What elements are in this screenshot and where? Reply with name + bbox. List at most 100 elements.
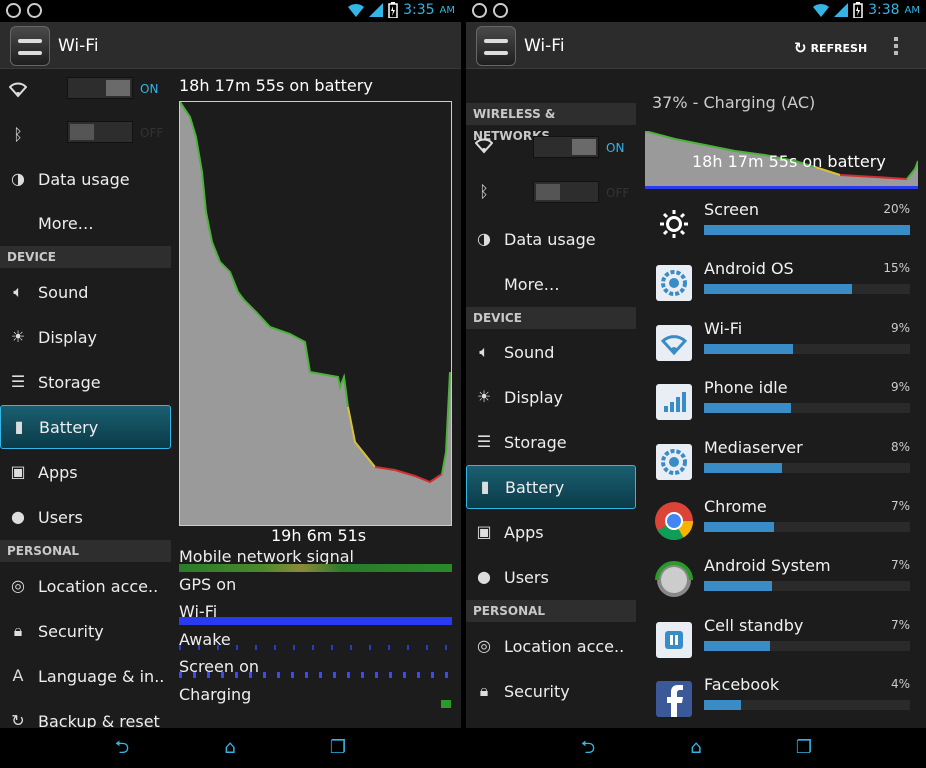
sidebar-item-wifi[interactable]: ON	[0, 69, 171, 113]
wifi-toggle-label: ON	[606, 141, 625, 155]
usage-app-name: Wi-Fi	[704, 318, 743, 338]
sidebar-item-battery[interactable]: ▮ Battery	[0, 405, 171, 449]
usage-app-name: Android OS	[704, 259, 794, 279]
android-os-icon	[654, 263, 694, 303]
usage-app-name: Mediaserver	[704, 437, 803, 457]
home-icon[interactable]: ⌂	[682, 738, 710, 758]
apps-icon: ▣	[10, 462, 26, 481]
sidebar-item-storage[interactable]: ☰ Storage	[466, 420, 636, 464]
usage-row[interactable]: Cell standby 7%	[642, 612, 926, 672]
usage-row[interactable]: Chrome 7%	[642, 493, 926, 553]
usage-percent: 20%	[883, 202, 910, 216]
usage-bar-fill	[704, 700, 742, 711]
sidebar-item-security[interactable]: 🔒︎ Security	[466, 669, 636, 713]
sidebar-item-apps[interactable]: ▣ Apps	[466, 510, 636, 554]
sidebar-item-sound[interactable]: 🔈︎ Sound	[0, 270, 171, 314]
backup-icon: ↻	[11, 711, 25, 729]
sidebar-item-label: Data usage	[504, 229, 596, 249]
usage-bar-track	[704, 700, 910, 711]
usage-percent: 7%	[890, 499, 910, 513]
sidebar-item-display[interactable]: ☀ Display	[0, 315, 171, 359]
sidebar-item-wifi[interactable]: ON	[466, 125, 636, 169]
usage-bar-track	[704, 403, 910, 414]
usage-row[interactable]: Mediaserver 8%	[642, 434, 926, 494]
recent-apps-icon[interactable]: ❐	[790, 738, 818, 758]
sidebar-item-location[interactable]: ◎ Location acce..	[466, 624, 636, 668]
recent-apps-icon[interactable]: ❐	[324, 738, 352, 758]
bluetooth-toggle-label: OFF	[140, 126, 164, 140]
settings-sidebar: ON ᛒ OFF ◑ Data usage More… DEVICE 🔈︎ Soun…	[0, 69, 171, 728]
sidebar-item-backup[interactable]: ↻ Backup & reset	[0, 699, 171, 729]
wifi-toggle[interactable]	[533, 136, 599, 158]
sidebar-item-language[interactable]: A Language & in..	[0, 654, 171, 698]
settings-app-icon[interactable]	[476, 26, 516, 66]
sidebar-item-label: Language & in..	[38, 666, 165, 686]
action-bar: Wi-Fi ↻ REFRESH	[466, 22, 926, 69]
back-icon[interactable]: ⮌	[574, 738, 602, 758]
user-icon: ●	[477, 567, 491, 586]
wifi-signal-bar	[179, 617, 452, 625]
usage-bar-fill	[704, 522, 775, 532]
brightness-icon: ☀	[10, 327, 26, 346]
wifi-icon	[654, 323, 694, 363]
sidebar-item-label: Apps	[38, 462, 78, 482]
back-icon[interactable]: ⮌	[108, 738, 136, 758]
sidebar-item-data-usage[interactable]: ◑ Data usage	[0, 157, 171, 201]
wifi-toggle-label: ON	[140, 82, 159, 96]
sidebar-item-battery[interactable]: ▮ Battery	[466, 465, 636, 509]
usage-bar-track	[704, 462, 910, 473]
sidebar-item-location[interactable]: ◎ Location acce..	[0, 564, 171, 608]
sidebar-item-users[interactable]: ● Users	[0, 495, 171, 539]
signal-icon	[654, 382, 694, 422]
settings-app-icon[interactable]	[10, 26, 50, 66]
refresh-icon: ↻	[794, 39, 807, 57]
sidebar-item-display[interactable]: ☀ Display	[466, 375, 636, 419]
sidebar-item-label: Sound	[504, 342, 555, 362]
sidebar-item-bluetooth[interactable]: ᛒ OFF	[0, 113, 171, 157]
sidebar-item-label: Apps	[504, 522, 544, 542]
bluetooth-toggle[interactable]	[67, 121, 133, 143]
sidebar-item-more[interactable]: More…	[0, 201, 171, 245]
battery-icon: ▮	[14, 417, 24, 436]
sidebar-item-more[interactable]: More…	[466, 262, 636, 306]
usage-bar-fill	[704, 640, 770, 651]
usage-app-name: Phone idle	[704, 378, 788, 398]
usage-row[interactable]: Phone idle 9%	[642, 374, 926, 434]
usage-row[interactable]: Screen 20%	[642, 196, 926, 256]
page-title: Wi-Fi	[524, 36, 565, 56]
signal-label-gps: GPS on	[179, 575, 237, 594]
sidebar-item-label: Display	[38, 327, 97, 347]
sidebar-item-label: Battery	[39, 417, 99, 437]
bluetooth-icon: ᛒ	[479, 182, 489, 201]
mobile-signal-bar	[179, 564, 452, 572]
data-usage-icon: ◑	[11, 169, 25, 188]
navigation-bar: ⮌ ⌂ ❐	[0, 728, 461, 768]
sidebar-item-label: Location acce..	[38, 576, 159, 596]
battery-graph-plot	[179, 101, 451, 525]
sidebar-item-bluetooth[interactable]: ᛒ OFF	[466, 170, 636, 214]
sidebar-item-apps[interactable]: ▣ Apps	[0, 450, 171, 494]
usage-percent: 9%	[890, 320, 910, 335]
sidebar-item-security[interactable]: 🔒︎ Security	[0, 609, 171, 653]
sidebar-item-label: More…	[38, 213, 94, 233]
sidebar-item-sound[interactable]: 🔈︎ Sound	[466, 330, 636, 374]
home-icon[interactable]: ⌂	[216, 738, 244, 758]
mediaserver-icon	[654, 442, 694, 482]
refresh-button[interactable]: ↻ REFRESH	[794, 39, 867, 57]
sidebar-item-users[interactable]: ● Users	[466, 555, 636, 599]
usage-row[interactable]: Android System 7%	[642, 552, 926, 612]
overflow-menu-icon[interactable]	[894, 37, 900, 57]
bluetooth-toggle[interactable]	[533, 181, 599, 203]
usage-row[interactable]: Android OS 15%	[642, 255, 926, 315]
usage-row[interactable]: Wi-Fi 9%	[642, 315, 926, 375]
usage-bar-track	[704, 284, 910, 295]
notification-icon	[493, 3, 508, 18]
sidebar-item-label: Security	[504, 681, 570, 701]
usage-app-name: Screen	[704, 200, 760, 219]
sidebar-item-data-usage[interactable]: ◑ Data usage	[466, 217, 636, 261]
sidebar-item-storage[interactable]: ☰ Storage	[0, 360, 171, 404]
wifi-toggle[interactable]	[67, 77, 133, 99]
usage-percent: 4%	[890, 677, 910, 692]
section-header-device: DEVICE	[466, 307, 636, 329]
usage-row[interactable]: Facebook 4%	[642, 671, 926, 728]
